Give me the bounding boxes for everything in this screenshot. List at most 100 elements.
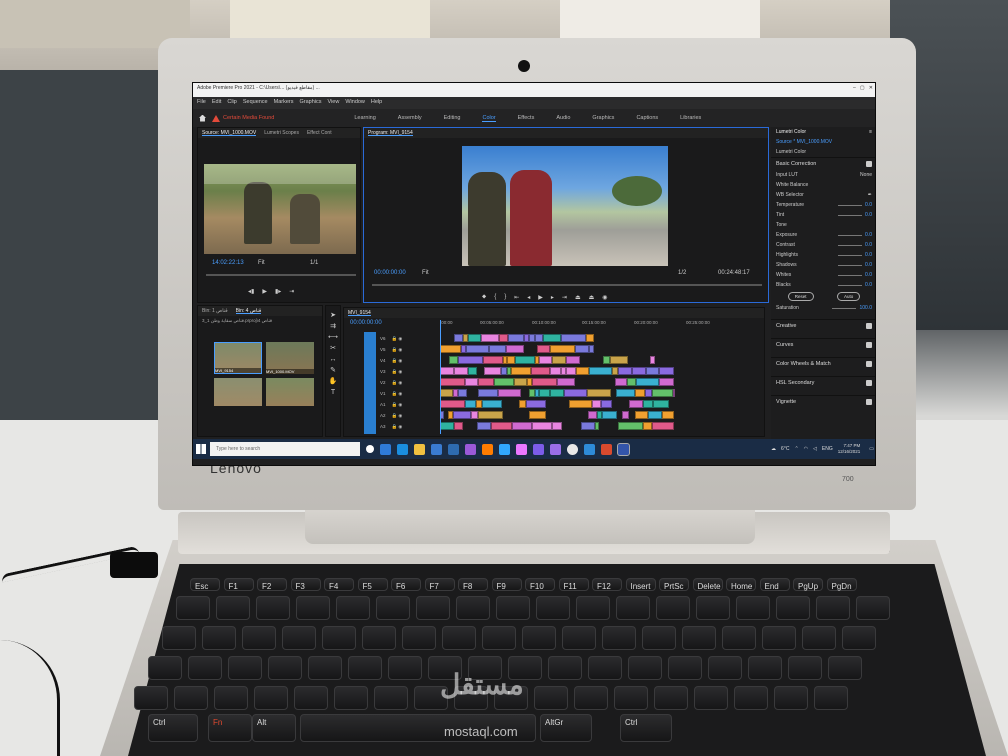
slider-value[interactable]: 0.0: [865, 242, 872, 248]
tone-slider[interactable]: [838, 235, 863, 236]
timeline-clip[interactable]: [477, 422, 491, 430]
timeline-clip[interactable]: [440, 389, 453, 397]
volume-icon[interactable]: ◁: [813, 446, 817, 452]
source-ratio-select[interactable]: 1/1: [310, 260, 318, 266]
hand-icon[interactable]: ✋: [326, 376, 340, 387]
timeline-clip[interactable]: [581, 422, 595, 430]
input-lut-select[interactable]: None: [860, 172, 872, 178]
key[interactable]: F3: [290, 578, 321, 591]
slider-value[interactable]: 0.0: [865, 282, 872, 288]
program-fit-select[interactable]: Fit: [422, 270, 429, 276]
home-icon[interactable]: [199, 114, 206, 122]
timeline-clip[interactable]: [602, 411, 617, 419]
selection-tool-icon[interactable]: ➤: [326, 310, 340, 321]
source-video-frame[interactable]: [204, 164, 356, 254]
timeline-clip[interactable]: [514, 378, 527, 386]
menu-view[interactable]: View: [328, 99, 340, 107]
section-color-wheels[interactable]: Color Wheels & Match: [771, 357, 875, 370]
key[interactable]: [334, 686, 368, 710]
wifi-icon[interactable]: ◠: [804, 446, 808, 452]
track-header[interactable]: V6 🔒 ◉: [380, 334, 436, 343]
timeline-clip[interactable]: [635, 411, 648, 419]
tab-editing[interactable]: Editing: [444, 115, 461, 121]
chrome-icon[interactable]: [567, 443, 578, 455]
word-icon[interactable]: [584, 443, 595, 455]
timeline-clip[interactable]: [507, 356, 515, 364]
key[interactable]: [668, 656, 702, 680]
timeline-clip[interactable]: [478, 411, 503, 419]
tab-sequence[interactable]: MVI_9154: [348, 310, 371, 316]
key[interactable]: [254, 686, 288, 710]
reset-button[interactable]: Reset: [787, 292, 814, 301]
key[interactable]: [522, 626, 556, 650]
timeline-clip[interactable]: [601, 400, 612, 408]
key[interactable]: [294, 686, 328, 710]
key[interactable]: [616, 596, 650, 620]
timeline-clip[interactable]: [589, 367, 612, 375]
extract-icon[interactable]: ⏏: [589, 294, 595, 301]
timeline-clip[interactable]: [595, 422, 599, 430]
key[interactable]: [188, 656, 222, 680]
tint-slider[interactable]: [838, 215, 863, 216]
tone-slider[interactable]: [838, 245, 863, 246]
timeline-clip[interactable]: [454, 422, 463, 430]
key[interactable]: [256, 596, 290, 620]
timeline-clip[interactable]: [478, 378, 494, 386]
go-to-in-icon[interactable]: ⇤: [514, 294, 519, 301]
tab-lumetri-scopes[interactable]: Lumetri Scopes: [264, 130, 299, 136]
menu-sequence[interactable]: Sequence: [243, 99, 268, 107]
timeline-clip[interactable]: [489, 345, 506, 353]
timeline-clip[interactable]: [550, 389, 564, 397]
key[interactable]: [534, 686, 568, 710]
tab-bin-4[interactable]: Bin: قناص 4: [235, 308, 262, 314]
timeline-clip[interactable]: [466, 345, 489, 353]
key[interactable]: [722, 626, 756, 650]
key[interactable]: [814, 686, 848, 710]
program-scrubber[interactable]: [372, 284, 762, 286]
saturation-slider[interactable]: [832, 308, 857, 309]
marker-icon[interactable]: ⬥: [482, 294, 486, 301]
step-forward-icon[interactable]: ▮▸: [275, 288, 281, 295]
white-balance-header[interactable]: White Balance: [771, 180, 875, 190]
key[interactable]: PgUp: [793, 578, 823, 591]
key[interactable]: [348, 656, 382, 680]
key[interactable]: [176, 596, 210, 620]
key[interactable]: Fn: [208, 714, 252, 742]
insert-icon[interactable]: ⇥: [289, 288, 294, 295]
key[interactable]: [628, 656, 662, 680]
playhead[interactable]: [440, 320, 441, 434]
cortana-icon[interactable]: [366, 445, 374, 453]
key[interactable]: F4: [324, 578, 354, 591]
menu-markers[interactable]: Markers: [274, 99, 294, 107]
key[interactable]: [696, 596, 730, 620]
step-forward-icon[interactable]: ▸: [551, 294, 554, 301]
key[interactable]: [856, 596, 890, 620]
key[interactable]: [216, 596, 250, 620]
key[interactable]: [656, 596, 690, 620]
timeline-timecode[interactable]: 00:00:00:00: [350, 320, 382, 326]
tab-effect-controls[interactable]: Effect Cont: [307, 130, 332, 136]
timeline-clip[interactable]: [618, 367, 632, 375]
timeline-clip[interactable]: [515, 356, 535, 364]
timeline-clip[interactable]: [449, 356, 458, 364]
key[interactable]: [148, 656, 182, 680]
task-view-icon[interactable]: [380, 443, 391, 455]
timeline-clip[interactable]: [632, 367, 646, 375]
key[interactable]: End: [759, 578, 790, 591]
key[interactable]: [362, 626, 396, 650]
timeline-clip[interactable]: [589, 345, 594, 353]
timeline-clip[interactable]: [592, 400, 601, 408]
timeline-clip[interactable]: [569, 400, 592, 408]
track-header[interactable]: A3 🔒 ◉: [380, 422, 436, 431]
timeline-clip[interactable]: [652, 422, 674, 430]
tone-slider[interactable]: [838, 285, 863, 286]
key[interactable]: [842, 626, 876, 650]
timeline-clip[interactable]: [458, 356, 483, 364]
key[interactable]: [748, 656, 782, 680]
lumetri-effect[interactable]: Lumetri Color: [771, 147, 875, 157]
timeline-clip[interactable]: [627, 378, 636, 386]
key[interactable]: [268, 656, 302, 680]
key[interactable]: [336, 596, 370, 620]
key[interactable]: [562, 626, 596, 650]
menu-clip[interactable]: Clip: [227, 99, 236, 107]
